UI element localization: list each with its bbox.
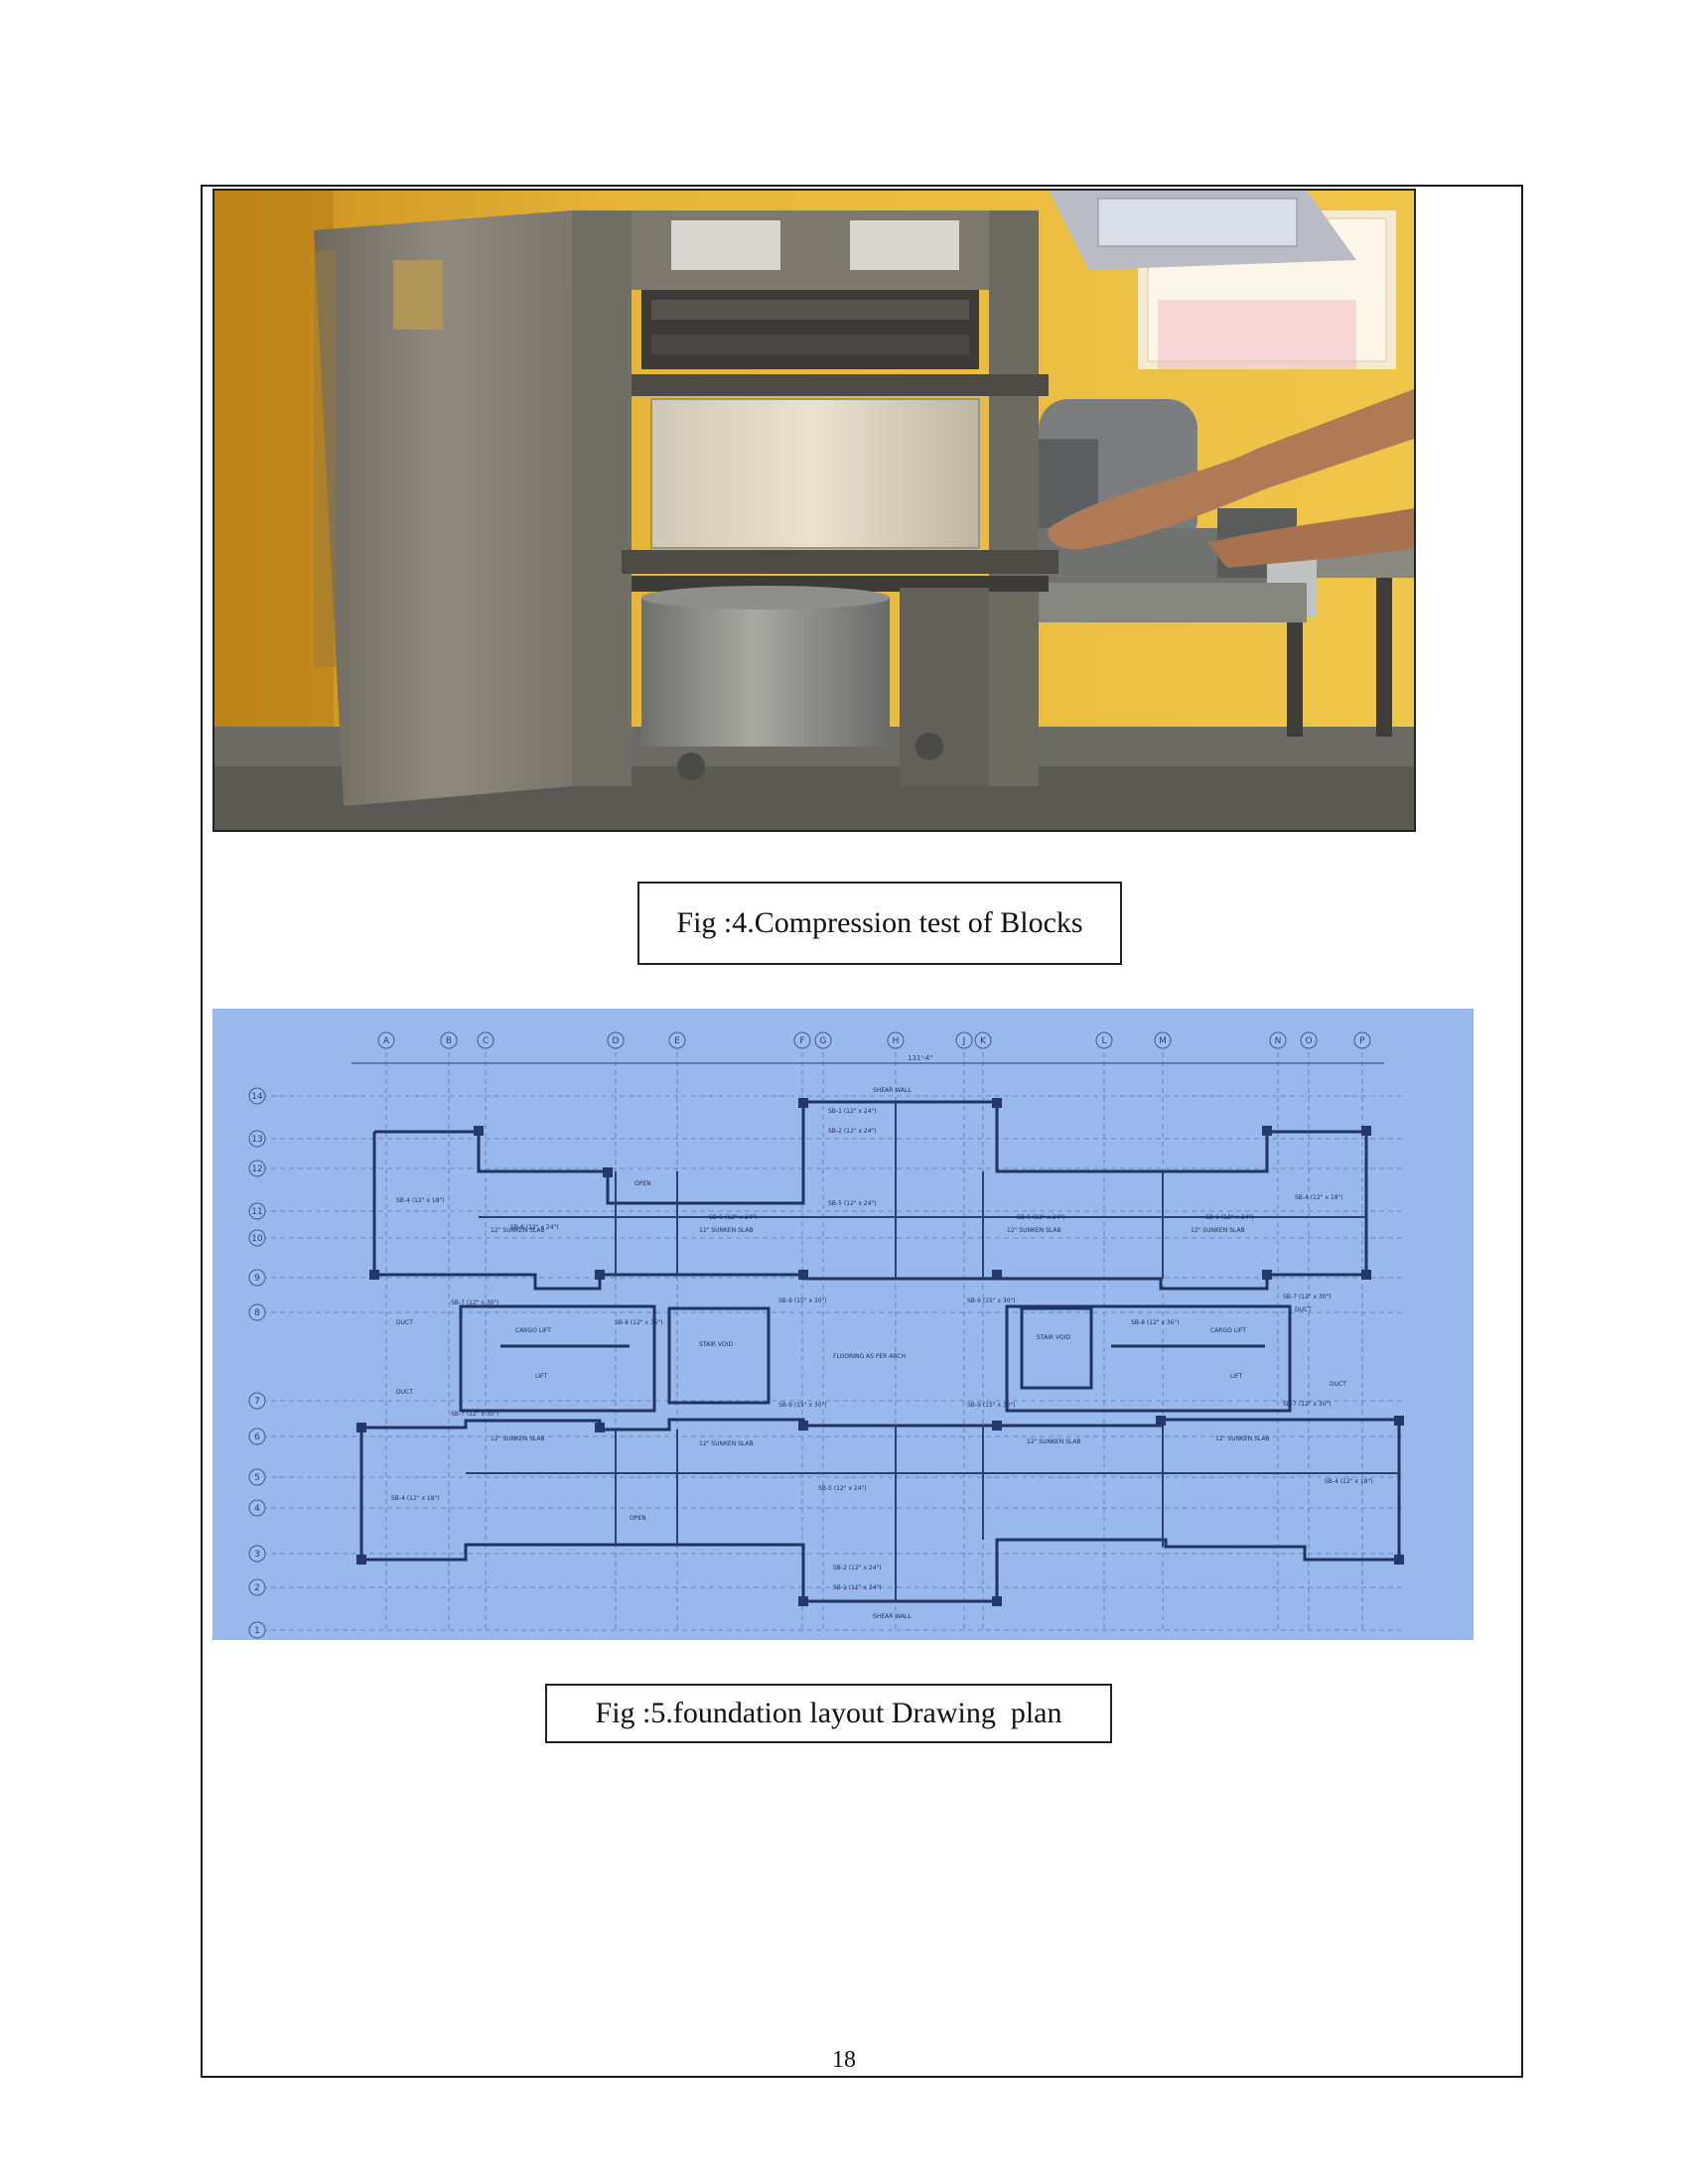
grid-row-label: 5 xyxy=(254,1473,260,1483)
grid-col-label: M xyxy=(1159,1036,1167,1046)
grid-col-label: G xyxy=(820,1036,827,1046)
grid-row-label: 2 xyxy=(254,1583,260,1593)
figure-5-caption: Fig :5.foundation layout Drawing plan xyxy=(545,1684,1112,1743)
grid-col-label: B xyxy=(446,1036,452,1046)
flooring-label: FLOORING AS PER ARCH xyxy=(833,1353,906,1360)
grid-col-label: P xyxy=(1359,1036,1365,1046)
lift-right-label: LIFT xyxy=(1230,1373,1242,1380)
grid-row-label: 9 xyxy=(254,1274,260,1284)
grid-row-label: 8 xyxy=(254,1308,260,1318)
grid-row-label: 10 xyxy=(251,1234,263,1244)
beam-label: SB-2 (12" x 24") xyxy=(833,1565,882,1571)
grid-row-label: 1 xyxy=(254,1626,260,1636)
beam-label: SB-6 (12" x 24") xyxy=(510,1224,559,1231)
figure-5-caption-text: Fig :5.foundation layout Drawing plan xyxy=(595,1697,1062,1729)
sunken-slab-label: 12" SUNKEN SLAB xyxy=(1027,1438,1081,1445)
grid-col-label: L xyxy=(1101,1036,1106,1046)
page-number: 18 xyxy=(832,2047,856,2073)
blueprint-plan: A B C D E F G H J K L M N O P 14 13 12 1… xyxy=(212,1009,1474,1640)
beam-label: SB-7 (12" x 30") xyxy=(451,1299,499,1306)
grid-row-label: 3 xyxy=(254,1550,260,1560)
beam-label: SB-7 (12" x 30") xyxy=(1283,1401,1332,1408)
lift-left-label: LIFT xyxy=(535,1373,547,1380)
foundation-layout-drawing: A B C D E F G H J K L M N O P 14 13 12 1… xyxy=(212,1009,1474,1640)
grid-col-label: F xyxy=(799,1036,804,1046)
beam-label: SB-4 (12" x 18") xyxy=(1295,1194,1343,1201)
sunken-slab-label: 12" SUNKEN SLAB xyxy=(699,1227,754,1234)
grid-col-label: H xyxy=(893,1036,900,1046)
figure-4-caption-text: Fig :4.Compression test of Blocks xyxy=(676,906,1083,939)
beam-label: SB-7 (12" x 30") xyxy=(1283,1294,1332,1300)
shear-wall-bottom-label: SHEAR WALL xyxy=(873,1613,912,1620)
sunken-slab-label: 12" SUNKEN SLAB xyxy=(1191,1227,1245,1234)
beam-label: SB-5 (12" x 24") xyxy=(818,1485,867,1492)
sunken-slab-label: 12" SUNKEN SLAB xyxy=(699,1440,754,1447)
grid-col-label: O xyxy=(1305,1036,1312,1046)
stair-void-left-label: STAIR VOID xyxy=(699,1341,733,1348)
beam-label: SB-1 (12" x 24") xyxy=(828,1108,877,1115)
beam-label: SB-9 (15" x 30") xyxy=(967,1297,1016,1304)
grid-row-label: 4 xyxy=(254,1504,260,1514)
beam-label: SB-4 (12" x 18") xyxy=(391,1495,440,1502)
beam-label: SB-9 (15" x 30") xyxy=(967,1402,1016,1409)
beam-label: SB-2 (12" x 24") xyxy=(828,1128,877,1135)
compression-machine-illustration xyxy=(214,191,1414,830)
beam-label: SB-9 (15" x 30") xyxy=(778,1297,827,1304)
sunken-slab-label: 12" SUNKEN SLAB xyxy=(491,1435,545,1442)
beam-label: SB-8 (12" x 36") xyxy=(615,1319,663,1326)
beam-label: SB-7 (12" x 30") xyxy=(451,1411,499,1418)
grid-row-label: 11 xyxy=(251,1207,262,1217)
beam-label: SB-8 (12" x 36") xyxy=(1131,1319,1180,1326)
beam-label: SB-4 (12" x 18") xyxy=(396,1197,445,1204)
grid-row-label: 13 xyxy=(251,1135,262,1145)
beam-label: SB-6 (12" x 24") xyxy=(1017,1214,1065,1221)
sunken-slab-label: 12" SUNKEN SLAB xyxy=(1007,1227,1061,1234)
beam-label: SB-6 (12" x 24") xyxy=(1205,1214,1254,1221)
beam-label: SB-6 (12" x 24") xyxy=(709,1214,758,1221)
duct-label: DUCT xyxy=(1330,1381,1346,1388)
open-top-label: OPEN xyxy=(634,1180,651,1187)
grid-col-label: D xyxy=(613,1036,620,1046)
figure-4-caption: Fig :4.Compression test of Blocks xyxy=(637,882,1122,965)
duct-label: DUCT xyxy=(396,1319,413,1326)
overall-dimension: 131'-4" xyxy=(908,1054,932,1062)
beam-label: SB-4 (12" x 18") xyxy=(1325,1478,1373,1485)
beam-label: SB-5 (12" x 24") xyxy=(828,1200,877,1207)
duct-label: DUCT xyxy=(396,1389,413,1396)
shear-wall-top-label: SHEAR WALL xyxy=(873,1087,912,1094)
cargo-lift-right-label: CARGO LIFT xyxy=(1210,1327,1246,1334)
sunken-slab-label: 12" SUNKEN SLAB xyxy=(1215,1435,1270,1442)
grid-col-label: C xyxy=(483,1036,489,1046)
beam-label: SB-1 (12" x 24") xyxy=(833,1584,882,1591)
cargo-lift-left-label: CARGO LIFT xyxy=(515,1327,551,1334)
grid-col-label: J xyxy=(962,1036,966,1046)
stair-void-right-label: STAIR VOID xyxy=(1037,1334,1070,1341)
duct-label: DUCT xyxy=(1295,1306,1312,1313)
grid-row-label: 14 xyxy=(251,1092,263,1102)
grid-col-label: N xyxy=(1275,1036,1282,1046)
grid-row-label: 12 xyxy=(251,1164,262,1174)
beam-label: SB-9 (15" x 30") xyxy=(778,1402,827,1409)
compression-test-photo xyxy=(212,189,1416,832)
open-bottom-label: OPEN xyxy=(630,1515,646,1522)
grid-row-label: 6 xyxy=(254,1433,260,1442)
grid-col-label: E xyxy=(674,1036,680,1046)
grid-col-label: A xyxy=(383,1036,390,1046)
grid-row-label: 7 xyxy=(254,1397,260,1407)
